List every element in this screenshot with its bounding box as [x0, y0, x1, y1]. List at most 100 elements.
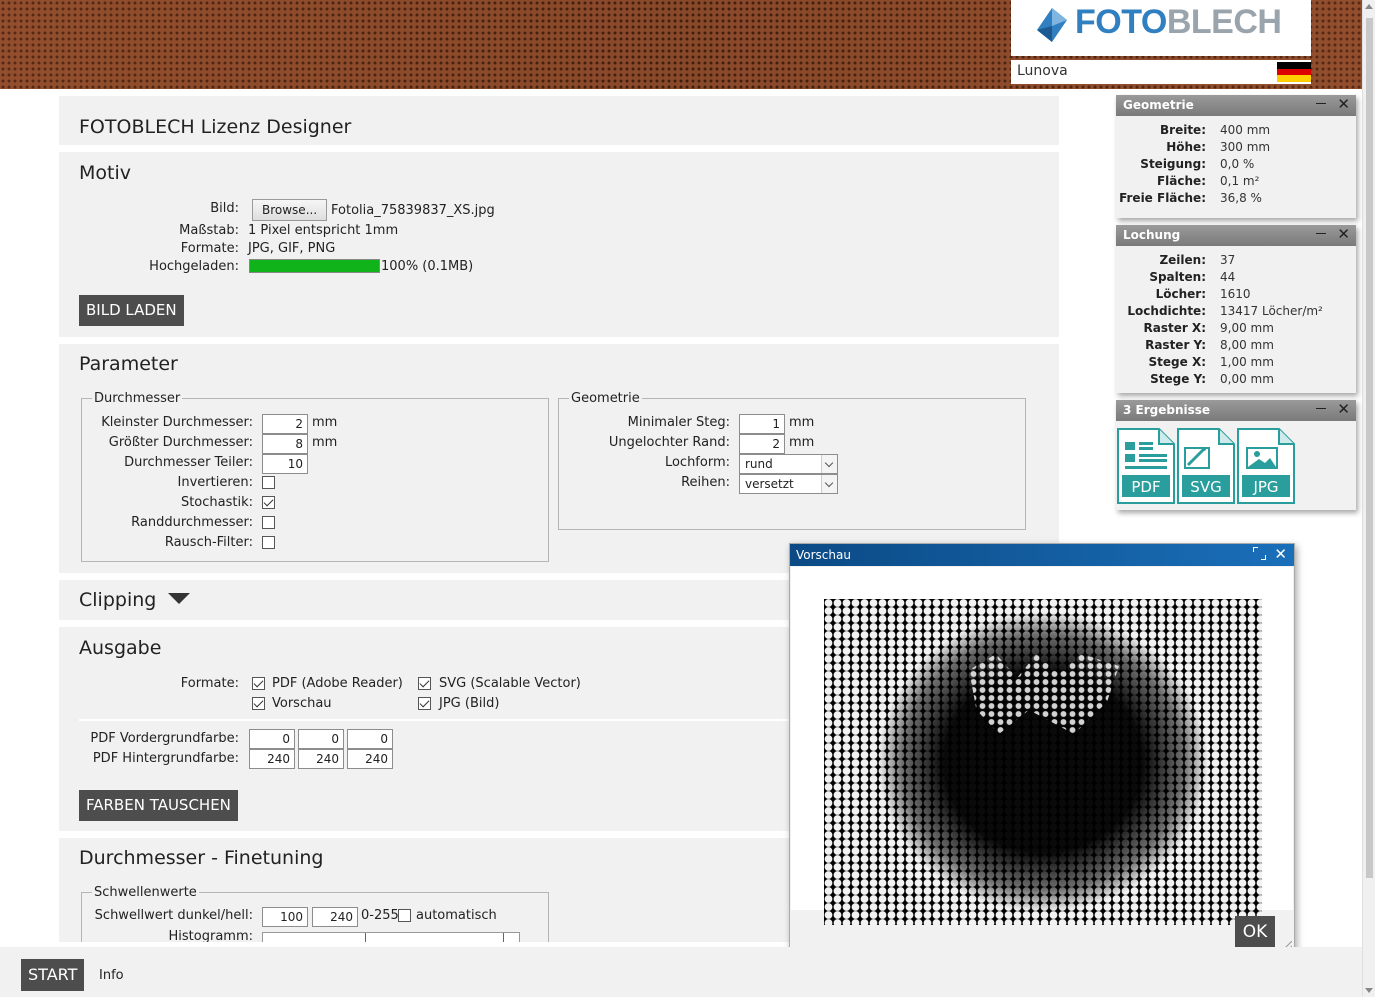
scroll-down-arrow-icon[interactable] — [1365, 988, 1373, 993]
geometrie-stat-row: Höhe: 300 mm — [1116, 140, 1356, 156]
logo-text: FOTOBLECH — [1075, 3, 1282, 41]
minimaler-steg-input[interactable]: 1 — [739, 414, 785, 434]
kleinster-durchmesser-input[interactable]: 2 — [262, 414, 308, 434]
schwellwert-hell-input[interactable]: 240 — [312, 907, 358, 927]
vorschau-dialog-header[interactable]: Vorschau ✕ — [790, 544, 1294, 566]
minimize-icon[interactable] — [1316, 96, 1326, 104]
lochform-select[interactable]: rund — [739, 454, 838, 474]
randdurchmesser-checkbox[interactable] — [262, 516, 275, 529]
upload-progress-fill — [250, 260, 379, 272]
rausch-filter-checkbox[interactable] — [262, 536, 275, 549]
lochung-stat-row: Raster Y: 8,00 mm — [1116, 338, 1356, 354]
title-panel: FOTOBLECH Lizenz Designer — [59, 96, 1059, 145]
triangle-down-icon[interactable] — [168, 593, 190, 605]
massstab-label: Maßstab: — [179, 223, 239, 238]
schwellwert-dunkel-input[interactable]: 100 — [262, 907, 308, 927]
hintergrund-r-input[interactable]: 240 — [249, 749, 295, 769]
close-icon[interactable]: ✕ — [1274, 546, 1287, 562]
upload-progress-bar — [249, 259, 380, 273]
invertieren-checkbox[interactable] — [262, 476, 275, 489]
minimize-icon[interactable] — [1316, 401, 1326, 409]
geometrie-stat-row-label: Fläche: — [1156, 174, 1206, 188]
close-icon[interactable]: ✕ — [1337, 226, 1350, 242]
reihen-select[interactable]: versetzt — [739, 474, 838, 494]
browse-button[interactable]: Browse... — [252, 199, 328, 221]
preview-letter-pattern — [969, 654, 1119, 734]
lochform-label: Lochform: — [664, 455, 730, 470]
divider — [79, 719, 799, 721]
geometrie-widget-title: Geometrie — [1123, 98, 1194, 112]
jpg-checkbox[interactable] — [418, 697, 431, 710]
lochung-stat-row: Zeilen: 37 — [1116, 253, 1356, 269]
logo-mark-icon — [1037, 8, 1067, 42]
start-button[interactable]: START — [21, 959, 85, 991]
jpg-image-icon[interactable]: JPG — [1237, 428, 1295, 504]
geometrie-stat-row-value: 400 mm — [1220, 123, 1271, 137]
geometrie-widget-header[interactable]: Geometrie ✕ — [1116, 95, 1356, 116]
kleinster-durchmesser-label: Kleinster Durchmesser: — [101, 415, 253, 430]
page-title: FOTOBLECH Lizenz Designer — [79, 116, 352, 138]
stochastik-checkbox[interactable] — [262, 496, 275, 509]
motiv-panel: Motiv Bild: Browse... Fotolia_75839837_X… — [59, 152, 1059, 337]
ergebnisse-widget-header[interactable]: 3 Ergebnisse ✕ — [1116, 400, 1356, 421]
farben-tauschen-button[interactable]: FARBEN TAUSCHEN — [79, 790, 238, 821]
geometrie-stat-row-label: Breite: — [1160, 123, 1206, 137]
clipping-heading[interactable]: Clipping — [79, 589, 156, 611]
hintergrund-label: PDF Hintergrundfarbe: — [92, 751, 239, 766]
vorschau-checkbox[interactable] — [252, 697, 265, 710]
schwellenwerte-legend: Schwellenwerte — [92, 885, 199, 900]
durchmesser-teiler-input[interactable]: 10 — [262, 454, 308, 474]
histogramm-marker-dunkel — [365, 933, 366, 942]
page-scrollbar[interactable] — [1362, 0, 1375, 997]
geometrie-stat-row: Fläche: 0,1 m² — [1116, 174, 1356, 190]
user-box[interactable]: Lunova — [1011, 60, 1311, 84]
rausch-filter-label: Rausch-Filter: — [164, 535, 253, 550]
stochastik-label: Stochastik: — [180, 495, 253, 510]
reihen-label: Reihen: — [681, 475, 730, 490]
scroll-up-arrow-icon[interactable] — [1365, 4, 1373, 9]
pdf-document-icon[interactable]: PDF — [1117, 428, 1175, 504]
vordergrund-label: PDF Vordergrundfarbe: — [90, 731, 239, 746]
scrollbar-thumb[interactable] — [1366, 18, 1373, 878]
vordergrund-g-input[interactable]: 0 — [298, 729, 344, 749]
info-link[interactable]: Info — [99, 968, 124, 983]
svg-document-icon[interactable]: SVG — [1177, 428, 1235, 504]
lochung-widget-title: Lochung — [1123, 228, 1181, 242]
geometrie-legend: Geometrie — [569, 391, 642, 406]
geometrie-stat-row-value: 0,0 % — [1220, 157, 1255, 171]
svg-checkbox[interactable] — [418, 677, 431, 690]
pdf-checkbox[interactable] — [252, 677, 265, 690]
groesster-durchmesser-label: Größter Durchmesser: — [108, 435, 253, 450]
ungelochter-rand-input[interactable]: 2 — [739, 434, 785, 454]
close-icon[interactable]: ✕ — [1337, 401, 1350, 417]
groesster-durchmesser-input[interactable]: 8 — [262, 434, 308, 454]
automatisch-label: automatisch — [416, 908, 497, 923]
close-icon[interactable]: ✕ — [1337, 96, 1350, 112]
kleinster-unit: mm — [312, 415, 338, 430]
vordergrund-r-input[interactable]: 0 — [249, 729, 295, 749]
geometrie-stat-row-value: 300 mm — [1220, 140, 1271, 154]
histogramm-chart — [262, 932, 520, 942]
lochung-stat-row-value: 37 — [1220, 253, 1236, 267]
vordergrund-b-input[interactable]: 0 — [347, 729, 393, 749]
vorschau-title: Vorschau — [796, 548, 851, 562]
geometrie-stat-row-label: Höhe: — [1166, 140, 1206, 154]
svg-label: SVG (Scalable Vector) — [439, 676, 581, 691]
hintergrund-b-input[interactable]: 240 — [347, 749, 393, 769]
lochung-widget-header[interactable]: Lochung ✕ — [1116, 225, 1356, 246]
lochung-stat-row: Stege X: 1,00 mm — [1116, 355, 1356, 371]
lochung-stat-row-value: 44 — [1220, 270, 1236, 284]
hintergrund-g-input[interactable]: 240 — [298, 749, 344, 769]
file-name: Fotolia_75839837_XS.jpg — [331, 203, 495, 218]
automatisch-checkbox[interactable] — [398, 909, 411, 922]
pdf-label: PDF (Adobe Reader) — [272, 676, 403, 691]
maximize-icon[interactable] — [1253, 547, 1266, 560]
ungelochter-rand-label: Ungelochter Rand: — [608, 435, 730, 450]
lochung-stat-row-label: Stege Y: — [1150, 372, 1206, 386]
minimize-icon[interactable] — [1316, 226, 1326, 234]
bild-laden-button[interactable]: BILD LADEN — [79, 295, 184, 326]
fotoblech-logo[interactable]: FOTOBLECH — [1011, 0, 1311, 56]
german-flag-icon[interactable] — [1277, 62, 1311, 82]
finetuning-heading: Durchmesser - Finetuning — [79, 847, 324, 869]
ok-button[interactable]: OK — [1235, 916, 1275, 948]
